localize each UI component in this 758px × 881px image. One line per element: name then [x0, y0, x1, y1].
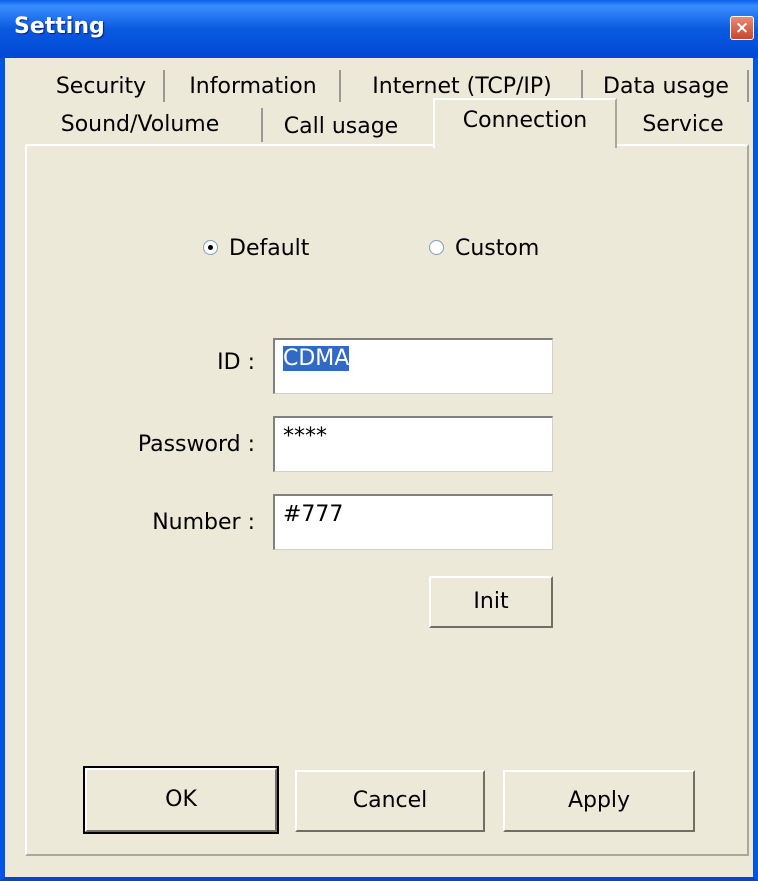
close-button[interactable]: × — [730, 16, 754, 40]
tab-separator — [747, 70, 749, 102]
tab-information[interactable]: Information — [183, 74, 323, 99]
radio-default-label: Default — [229, 236, 310, 261]
radio-unchecked-icon — [429, 240, 444, 255]
tab-separator — [261, 108, 263, 142]
tab-separator — [339, 70, 341, 102]
tab-separator — [163, 70, 165, 102]
init-button[interactable]: Init — [429, 576, 553, 628]
radio-checked-icon — [203, 240, 218, 255]
password-input[interactable]: **** — [273, 416, 553, 472]
tab-call-usage[interactable]: Call usage — [279, 114, 403, 139]
id-label: ID : — [217, 350, 255, 375]
tab-internet-tcp-ip[interactable]: Internet (TCP/IP) — [357, 74, 567, 99]
number-label: Number : — [152, 510, 255, 535]
number-value: #777 — [283, 502, 344, 527]
number-input[interactable]: #777 — [273, 494, 553, 550]
tab-data-usage[interactable]: Data usage — [593, 74, 739, 99]
password-value: **** — [283, 424, 327, 449]
id-value: CDMA — [283, 346, 350, 371]
radio-custom-label: Custom — [455, 236, 540, 261]
password-label: Password : — [137, 432, 255, 457]
tab-sound-volume[interactable]: Sound/Volume — [45, 112, 235, 137]
ok-button[interactable]: OK — [83, 766, 279, 834]
window-title: Setting — [14, 14, 105, 39]
tab-service[interactable]: Service — [625, 112, 741, 137]
close-icon: × — [734, 18, 750, 38]
settings-dialog: Setting × Security Information Internet … — [0, 0, 758, 881]
id-input[interactable]: CDMA — [273, 338, 553, 394]
tab-connection[interactable]: Connection — [441, 108, 609, 133]
cancel-button[interactable]: Cancel — [295, 770, 485, 832]
apply-button[interactable]: Apply — [503, 770, 695, 832]
title-bar[interactable]: Setting × — [0, 0, 758, 58]
tab-security[interactable]: Security — [49, 74, 153, 99]
